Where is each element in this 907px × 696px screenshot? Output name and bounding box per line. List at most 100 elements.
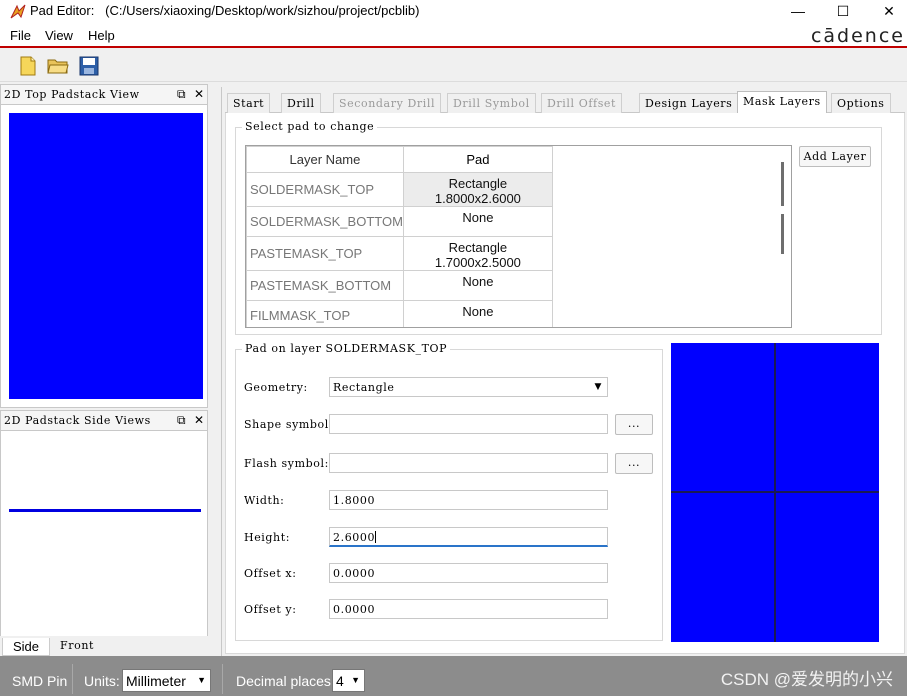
- menu-bar: File View Help cādence: [0, 24, 907, 48]
- geometry-label: Geometry:: [244, 381, 308, 394]
- layer-name-cell: SOLDERMASK_BOTTOM: [246, 206, 404, 237]
- editor-tabs: Start Drill Secondary Drill Drill Symbol…: [225, 91, 905, 114]
- float-panel-icon[interactable]: ⧉: [177, 87, 186, 102]
- shape-symbol-label: Shape symbol:: [244, 418, 334, 431]
- flash-symbol-label: Flash symbol:: [244, 457, 329, 470]
- shape-symbol-input[interactable]: [329, 414, 608, 434]
- cadence-logo: cādence: [810, 25, 905, 47]
- geometry-value: Rectangle: [333, 381, 395, 394]
- menu-help[interactable]: Help: [88, 28, 115, 43]
- layer-name-cell: PASTEMASK_BOTTOM: [246, 270, 404, 301]
- offset-y-input[interactable]: 0.0000: [329, 599, 608, 619]
- flash-symbol-input[interactable]: [329, 453, 608, 473]
- chevron-down-icon: ▼: [197, 675, 206, 685]
- status-separator: [222, 664, 223, 694]
- text-cursor: [375, 531, 377, 543]
- close-panel-icon[interactable]: ✕: [194, 413, 204, 427]
- units-value: Millimeter: [126, 673, 186, 689]
- save-icon[interactable]: [77, 54, 101, 78]
- preview-horizontal-axis: [671, 491, 879, 493]
- open-folder-icon[interactable]: [46, 54, 70, 78]
- side-view-tabs: Side Front: [0, 636, 208, 656]
- tab-drill[interactable]: Drill: [281, 93, 321, 113]
- decimal-places-label: Decimal places:: [236, 673, 335, 689]
- shape-symbol-browse-button[interactable]: ...: [615, 414, 653, 435]
- pad-editor-app-icon: [10, 4, 26, 19]
- pad-layer-table-container: Layer Name Pad SOLDERMASK_TOP Rectangle …: [245, 145, 792, 328]
- table-row[interactable]: PASTEMASK_TOP Rectangle 1.7000x2.5000: [246, 236, 553, 271]
- column-header-layer-name: Layer Name: [246, 146, 404, 173]
- layer-name-cell: FILMMASK_TOP: [246, 300, 404, 327]
- minimize-button[interactable]: —: [775, 0, 821, 22]
- menu-view[interactable]: View: [45, 28, 73, 43]
- menu-file[interactable]: File: [10, 28, 31, 43]
- tab-side[interactable]: Side: [2, 638, 51, 656]
- height-input[interactable]: 2.6000: [329, 527, 608, 547]
- side-view-title: 2D Padstack Side Views: [4, 414, 151, 427]
- table-row[interactable]: FILMMASK_TOP None: [246, 300, 553, 327]
- tab-mask-layers[interactable]: Mask Layers: [737, 91, 827, 114]
- pad-value-cell[interactable]: Rectangle 1.8000x2.6000: [402, 172, 553, 207]
- close-panel-icon[interactable]: ✕: [194, 87, 204, 101]
- tab-drill-symbol[interactable]: Drill Symbol: [447, 93, 536, 113]
- pad-editor-main: Start Drill Secondary Drill Drill Symbol…: [221, 87, 907, 656]
- close-window-button[interactable]: ✕: [866, 0, 907, 22]
- tab-secondary-drill[interactable]: Secondary Drill: [333, 93, 442, 113]
- csdn-watermark: CSDN @爱发明的小兴: [720, 670, 893, 689]
- width-input[interactable]: 1.8000: [329, 490, 608, 510]
- units-dropdown[interactable]: Millimeter ▼: [122, 669, 211, 692]
- select-pad-group: Select pad to change Layer Name Pad SOLD…: [235, 120, 882, 335]
- title-bar: Pad Editor: (C:/Users/xiaoxing/Desktop/w…: [0, 0, 907, 24]
- chevron-down-icon: ▼: [351, 675, 360, 685]
- tab-front[interactable]: Front: [50, 638, 104, 656]
- geometry-dropdown[interactable]: Rectangle ▼: [329, 377, 608, 397]
- tab-options[interactable]: Options: [831, 93, 891, 113]
- table-row[interactable]: PASTEMASK_BOTTOM None: [246, 270, 553, 301]
- pad-layer-table: Layer Name Pad SOLDERMASK_TOP Rectangle …: [246, 146, 553, 327]
- status-separator: [72, 664, 73, 694]
- table-row[interactable]: SOLDERMASK_BOTTOM None: [246, 206, 553, 237]
- width-label: Width:: [244, 494, 285, 507]
- table-header-row: Layer Name Pad: [246, 146, 553, 173]
- pad-on-layer-group-label: Pad on layer SOLDERMASK_TOP: [242, 342, 451, 355]
- pad-value-cell[interactable]: Rectangle 1.7000x2.5000: [402, 236, 553, 271]
- tab-design-layers[interactable]: Design Layers: [639, 93, 739, 113]
- decimal-places-dropdown[interactable]: 4 ▼: [332, 669, 365, 692]
- top-view-pad-shape: [9, 113, 203, 399]
- chevron-down-icon: ▼: [594, 382, 602, 392]
- decimal-places-value: 4: [336, 673, 344, 689]
- table-row[interactable]: SOLDERMASK_TOP Rectangle 1.8000x2.6000: [246, 172, 553, 207]
- window-title: Pad Editor: (C:/Users/xiaoxing/Desktop/w…: [30, 3, 420, 18]
- units-label: Units:: [84, 673, 120, 689]
- layer-name-cell: SOLDERMASK_TOP: [246, 172, 404, 207]
- top-view-title: 2D Top Padstack View: [4, 88, 140, 101]
- pad-on-layer-group: Pad on layer SOLDERMASK_TOP Geometry: Re…: [235, 342, 663, 641]
- side-views-panel: 2D Padstack Side Views ⧉ ✕: [0, 410, 208, 656]
- offset-y-label: Offset y:: [244, 603, 297, 616]
- height-label: Height:: [244, 531, 291, 544]
- offset-x-label: Offset x:: [244, 567, 297, 580]
- maximize-button[interactable]: ☐: [820, 0, 866, 22]
- tab-start[interactable]: Start: [227, 93, 271, 113]
- flash-symbol-browse-button[interactable]: ...: [615, 453, 653, 474]
- offset-x-input[interactable]: 0.0000: [329, 563, 608, 583]
- pin-type-label: SMD Pin: [12, 673, 68, 689]
- table-scrollbar-thumb[interactable]: [781, 214, 784, 254]
- select-pad-group-label: Select pad to change: [242, 120, 378, 133]
- new-file-icon[interactable]: [16, 54, 40, 78]
- top-view-title-bar: 2D Top Padstack View ⧉ ✕: [1, 85, 207, 105]
- tab-drill-offset[interactable]: Drill Offset: [541, 93, 623, 113]
- status-bar: SMD Pin Units: Millimeter ▼ Decimal plac…: [0, 656, 907, 696]
- pad-value-cell[interactable]: None: [402, 206, 553, 237]
- table-scrollbar-thumb[interactable]: [781, 162, 784, 206]
- layer-name-cell: PASTEMASK_TOP: [246, 236, 404, 271]
- pad-value-cell[interactable]: None: [402, 300, 553, 327]
- toolbar: [0, 50, 907, 82]
- top-padstack-view-panel: 2D Top Padstack View ⧉ ✕: [0, 84, 208, 408]
- mask-layers-content: Select pad to change Layer Name Pad SOLD…: [225, 113, 905, 654]
- pad-value-cell[interactable]: None: [402, 270, 553, 301]
- float-panel-icon[interactable]: ⧉: [177, 413, 186, 428]
- pad-preview: [671, 343, 879, 642]
- add-layer-button[interactable]: Add Layer: [799, 146, 871, 167]
- side-view-pad-line: [9, 509, 201, 512]
